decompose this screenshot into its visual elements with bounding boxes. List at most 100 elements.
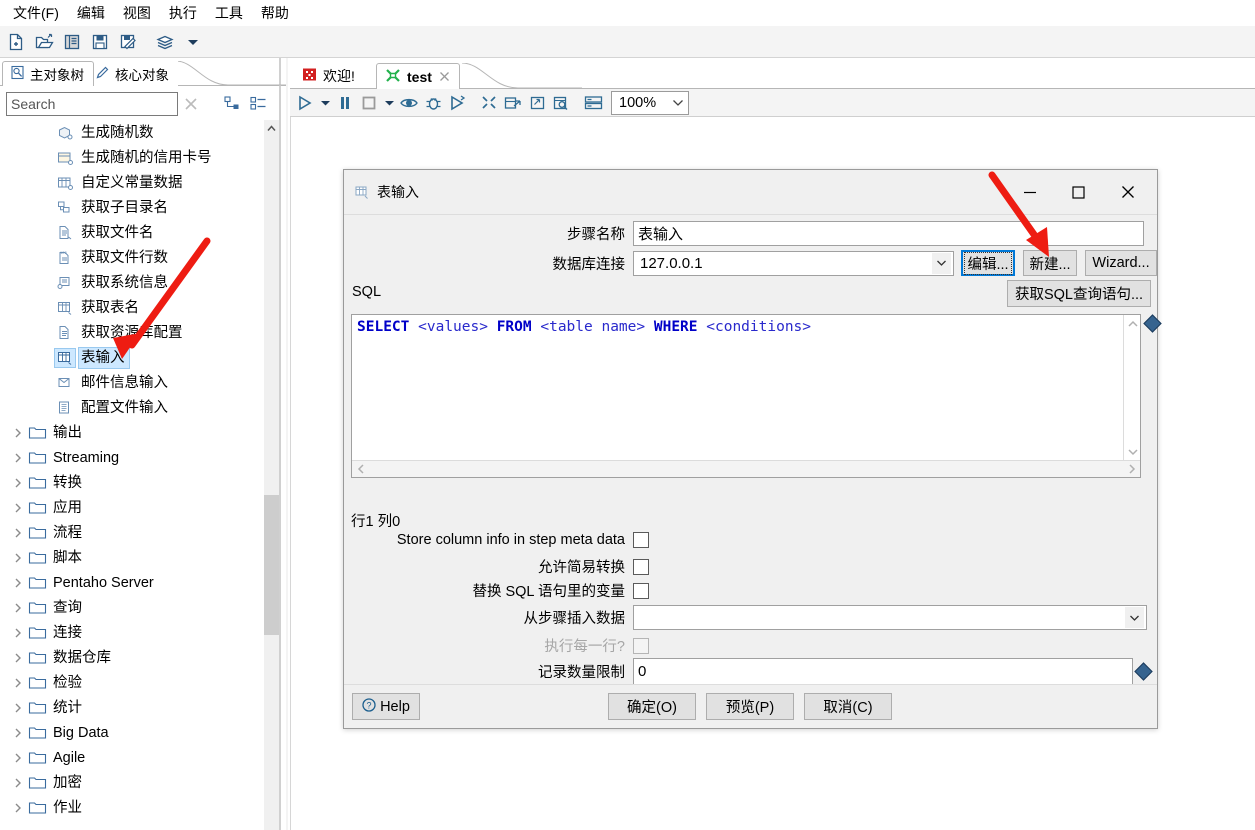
chevron-right-icon[interactable]: [12, 577, 24, 589]
replace-variables-checkbox[interactable]: [633, 582, 649, 599]
dropdown-arrow-icon[interactable]: [180, 29, 206, 55]
clear-x-icon[interactable]: [178, 92, 204, 116]
tree-item-step[interactable]: 生成随机数: [0, 120, 265, 145]
tree-item-step[interactable]: 获取表名: [0, 295, 265, 320]
menu-item-run[interactable]: 执行: [160, 0, 206, 26]
tab-core-objects[interactable]: 核心对象: [88, 61, 178, 86]
grid-icon[interactable]: [581, 91, 605, 115]
get-sql-button[interactable]: 获取SQL查询语句...: [1007, 280, 1151, 307]
scroll-right-arrow-icon[interactable]: [1123, 461, 1140, 478]
cancel-button[interactable]: 取消(C): [804, 693, 892, 720]
menu-item-tools[interactable]: 工具: [206, 0, 252, 26]
chevron-right-icon[interactable]: [12, 702, 24, 714]
explorer-icon[interactable]: [59, 29, 85, 55]
pause-icon[interactable]: [333, 91, 357, 115]
minimize-icon[interactable]: [1007, 170, 1053, 214]
align-icon[interactable]: [477, 91, 501, 115]
menu-item-help[interactable]: 帮助: [252, 0, 298, 26]
tree-item-step[interactable]: 获取文件名: [0, 220, 265, 245]
chevron-right-icon[interactable]: [12, 777, 24, 789]
chevron-right-icon[interactable]: [12, 727, 24, 739]
chevron-right-icon[interactable]: [12, 427, 24, 439]
tree-folder-scripting[interactable]: 脚本: [0, 545, 265, 570]
scroll-thumb[interactable]: [264, 495, 279, 635]
replay-icon[interactable]: [445, 91, 469, 115]
variable-diamond-icon[interactable]: [1134, 662, 1153, 681]
variable-diamond-icon[interactable]: [1143, 314, 1162, 333]
tree-item-step[interactable]: 获取系统信息: [0, 270, 265, 295]
chevron-right-icon[interactable]: [12, 452, 24, 464]
tree-folder-data-warehouse[interactable]: 数据仓库: [0, 645, 265, 670]
chevron-right-icon[interactable]: [12, 652, 24, 664]
chevron-down-icon[interactable]: [1125, 607, 1144, 628]
chevron-right-icon[interactable]: [12, 527, 24, 539]
close-icon[interactable]: [438, 70, 451, 83]
wizard-button[interactable]: Wizard...: [1085, 250, 1157, 276]
chevron-right-icon[interactable]: [12, 477, 24, 489]
chevron-down-icon[interactable]: [672, 95, 684, 111]
tree-item-step[interactable]: 获取子目录名: [0, 195, 265, 220]
chevron-right-icon[interactable]: [12, 752, 24, 764]
menu-item-edit[interactable]: 编辑: [68, 0, 114, 26]
tree-folder-lookup[interactable]: 查询: [0, 595, 265, 620]
search-input[interactable]: [6, 91, 178, 116]
tree-vertical-scrollbar[interactable]: [264, 120, 279, 830]
sql-vertical-scrollbar[interactable]: [1123, 315, 1140, 460]
chevron-right-icon[interactable]: [12, 502, 24, 514]
store-column-info-checkbox[interactable]: [633, 532, 649, 548]
tree-folder-streaming[interactable]: Streaming: [0, 445, 265, 470]
connection-select[interactable]: 127.0.0.1: [633, 250, 954, 276]
panel-splitter[interactable]: [279, 58, 281, 830]
ok-button[interactable]: 确定(O): [608, 693, 696, 720]
maximize-icon[interactable]: [1055, 170, 1101, 214]
chevron-right-icon[interactable]: [12, 602, 24, 614]
tree-folder-application[interactable]: 应用: [0, 495, 265, 520]
tree-item-step[interactable]: 配置文件输入: [0, 395, 265, 420]
tree-folder-cryptography[interactable]: 加密: [0, 770, 265, 795]
save-icon[interactable]: [87, 29, 113, 55]
chevron-down-icon[interactable]: [932, 252, 951, 274]
scroll-up-arrow-icon[interactable]: [1124, 315, 1141, 332]
tree-folder-joins[interactable]: 连接: [0, 620, 265, 645]
scroll-left-arrow-icon[interactable]: [352, 461, 369, 478]
tree-folder-job[interactable]: 作业: [0, 795, 265, 820]
tree-folder-output[interactable]: 输出: [0, 420, 265, 445]
export-icon[interactable]: [501, 91, 525, 115]
edit-connection-button[interactable]: 编辑...: [961, 250, 1015, 276]
tree-item-step[interactable]: 自定义常量数据: [0, 170, 265, 195]
tree-item-table-input[interactable]: 表输入: [0, 345, 265, 370]
expand-tree-icon[interactable]: [220, 92, 244, 116]
tree-folder-agile[interactable]: Agile: [0, 745, 265, 770]
new-connection-button[interactable]: 新建...: [1023, 250, 1077, 276]
layers-icon[interactable]: [152, 29, 178, 55]
tree-folder-statistics[interactable]: 统计: [0, 695, 265, 720]
stop-icon[interactable]: [357, 91, 381, 115]
tree-folder-transform[interactable]: 转换: [0, 470, 265, 495]
menu-item-file[interactable]: 文件(F): [4, 0, 68, 26]
tree-folder-pentaho-server[interactable]: Pentaho Server: [0, 570, 265, 595]
scroll-up-arrow-icon[interactable]: [264, 120, 279, 137]
limit-input[interactable]: [633, 658, 1133, 685]
tree-item-step[interactable]: 123 获取文件行数: [0, 245, 265, 270]
preview-button[interactable]: 预览(P): [706, 693, 794, 720]
dialog-title-bar[interactable]: 表输入: [344, 170, 1157, 214]
sql-editor[interactable]: SELECT <values> FROM <table name> WHERE …: [351, 314, 1141, 478]
tree-folder-flow[interactable]: 流程: [0, 520, 265, 545]
scroll-down-arrow-icon[interactable]: [1124, 443, 1141, 460]
tree-item-step[interactable]: 获取资源库配置: [0, 320, 265, 345]
tree-folder-big-data[interactable]: Big Data: [0, 720, 265, 745]
tree-folder-validation[interactable]: 检验: [0, 670, 265, 695]
tab-test[interactable]: test: [376, 63, 460, 89]
new-file-icon[interactable]: [3, 29, 29, 55]
step-name-input[interactable]: [633, 221, 1144, 246]
chevron-right-icon[interactable]: [12, 552, 24, 564]
tab-welcome[interactable]: 欢迎!: [294, 63, 363, 89]
collapse-tree-icon[interactable]: [246, 92, 270, 116]
help-button[interactable]: ? Help: [352, 693, 420, 720]
close-icon[interactable]: [1105, 170, 1151, 214]
open-folder-icon[interactable]: [31, 29, 57, 55]
preview-icon[interactable]: [397, 91, 421, 115]
note-icon[interactable]: [525, 91, 549, 115]
tab-main-object-tree[interactable]: 主对象树: [2, 61, 94, 86]
allow-lazy-conversion-checkbox[interactable]: [633, 558, 649, 575]
